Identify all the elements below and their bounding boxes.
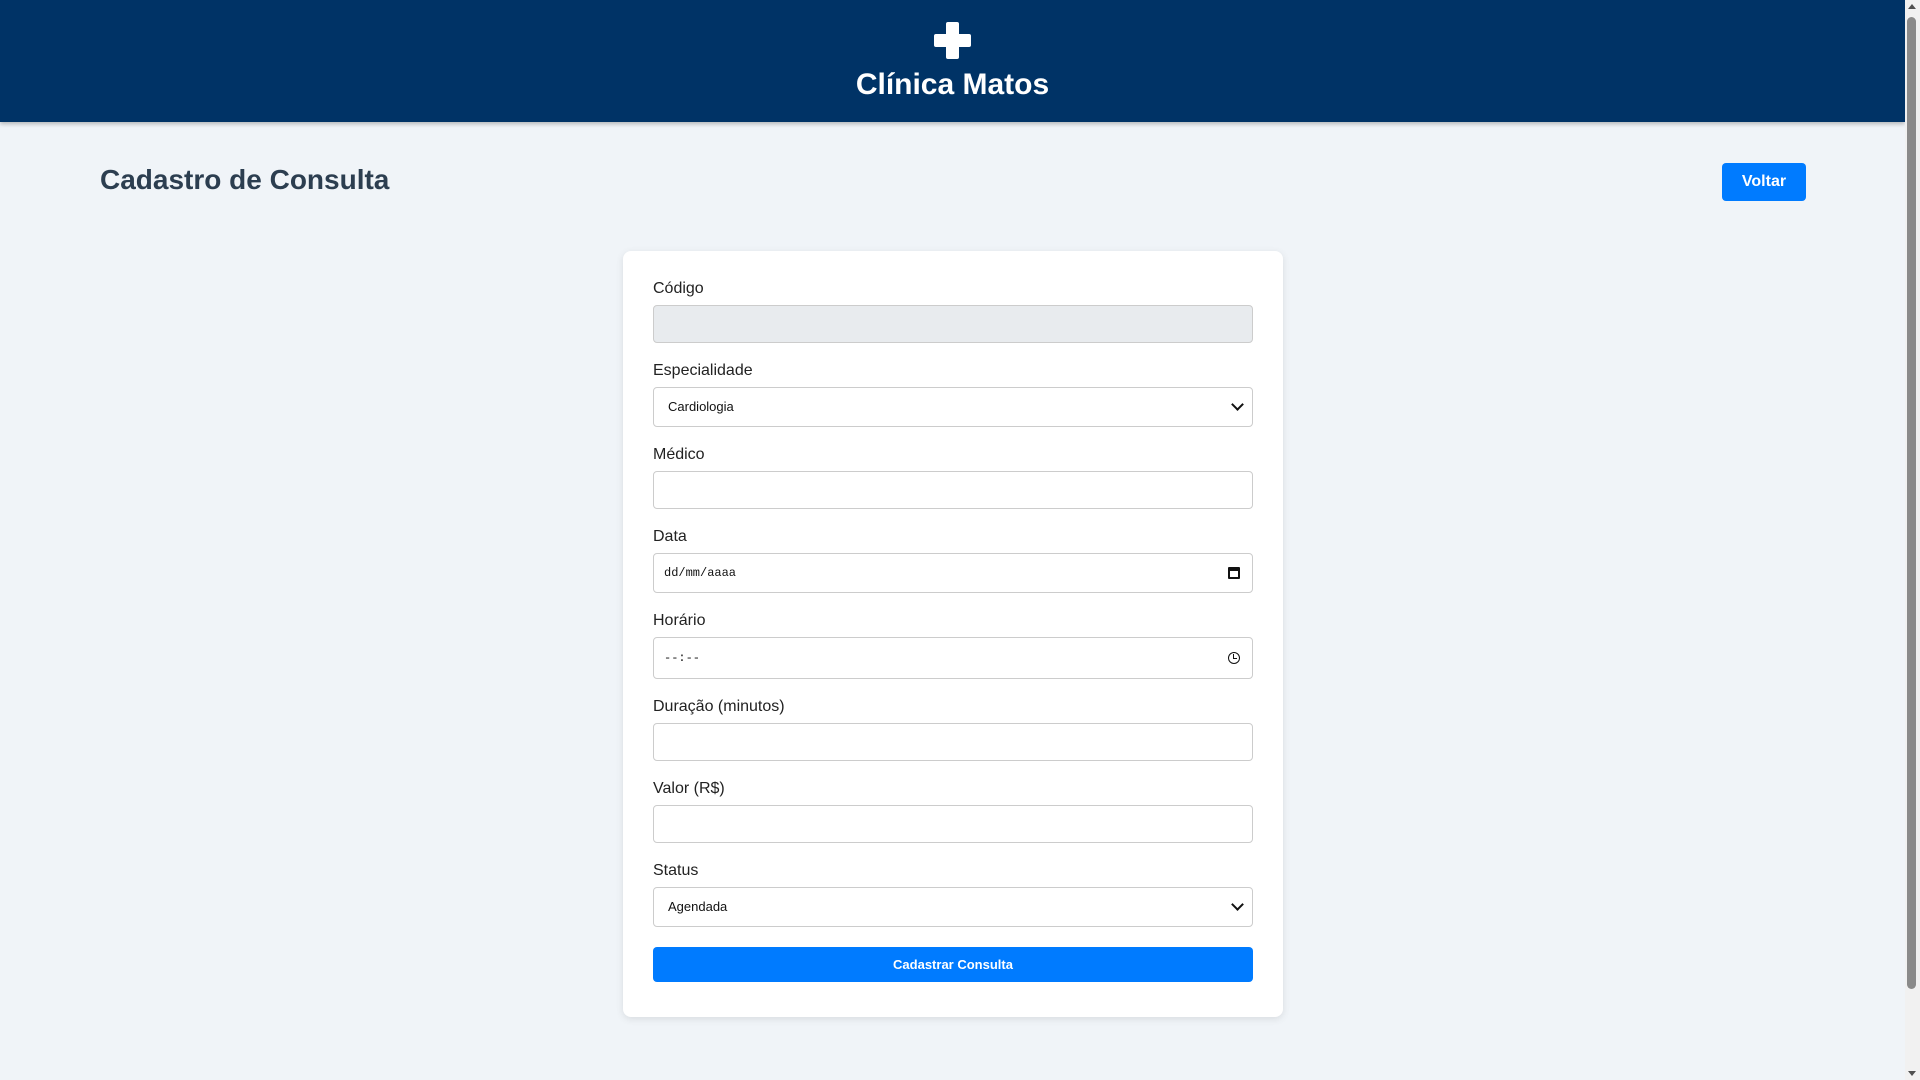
brand-name: Clínica Matos — [855, 68, 1050, 101]
especialidade-selected-value: Cardiologia — [668, 399, 734, 414]
medical-cross-icon — [934, 22, 971, 59]
duracao-label: Duração (minutos) — [653, 698, 785, 715]
appointment-form: Código Especialidade Cardiologia Médico … — [623, 251, 1283, 1017]
duracao-field-group: Duração (minutos) — [653, 697, 1253, 761]
valor-field-group: Valor (R$) — [653, 779, 1253, 843]
duracao-input[interactable] — [653, 723, 1253, 761]
page-title: Cadastro de Consulta — [100, 164, 390, 195]
status-field-group: Status Agendada — [653, 861, 1253, 927]
codigo-input — [653, 305, 1253, 343]
chevron-down-icon — [1231, 898, 1244, 911]
horario-label: Horário — [653, 612, 706, 629]
especialidade-field-group: Especialidade Cardiologia — [653, 361, 1253, 427]
data-field-group: Data dd/mm/aaaa — [653, 527, 1253, 593]
submit-button[interactable]: Cadastrar Consulta — [653, 947, 1253, 982]
scroll-up-arrow-icon[interactable] — [1908, 4, 1916, 9]
data-input[interactable]: dd/mm/aaaa — [653, 553, 1253, 593]
medico-label: Médico — [653, 446, 705, 463]
page: Clínica Matos Cadastro de Consulta Volta… — [0, 0, 1905, 1080]
valor-input[interactable] — [653, 805, 1253, 843]
horario-input[interactable]: --:-- — [653, 637, 1253, 679]
medico-input[interactable] — [653, 471, 1253, 509]
medico-field-group: Médico — [653, 445, 1253, 509]
status-label: Status — [653, 862, 699, 879]
site-header: Clínica Matos — [0, 0, 1905, 122]
especialidade-label: Especialidade — [653, 362, 753, 379]
valor-label: Valor (R$) — [653, 780, 725, 797]
data-label: Data — [653, 528, 687, 545]
back-button[interactable]: Voltar — [1722, 163, 1806, 201]
codigo-label: Código — [653, 280, 704, 297]
scroll-thumb[interactable] — [1907, 17, 1916, 989]
clock-icon[interactable] — [1228, 652, 1240, 664]
vertical-scrollbar[interactable] — [1905, 0, 1920, 1080]
horario-placeholder: --:-- — [664, 651, 701, 665]
status-select[interactable]: Agendada — [653, 887, 1253, 927]
chevron-down-icon — [1231, 398, 1244, 411]
horario-field-group: Horário --:-- — [653, 611, 1253, 679]
especialidade-select[interactable]: Cardiologia — [653, 387, 1253, 427]
calendar-icon[interactable] — [1228, 567, 1240, 579]
data-placeholder: dd/mm/aaaa — [664, 566, 737, 580]
scroll-down-arrow-icon[interactable] — [1908, 1071, 1916, 1076]
status-selected-value: Agendada — [668, 899, 728, 914]
codigo-field-group: Código — [653, 279, 1253, 343]
